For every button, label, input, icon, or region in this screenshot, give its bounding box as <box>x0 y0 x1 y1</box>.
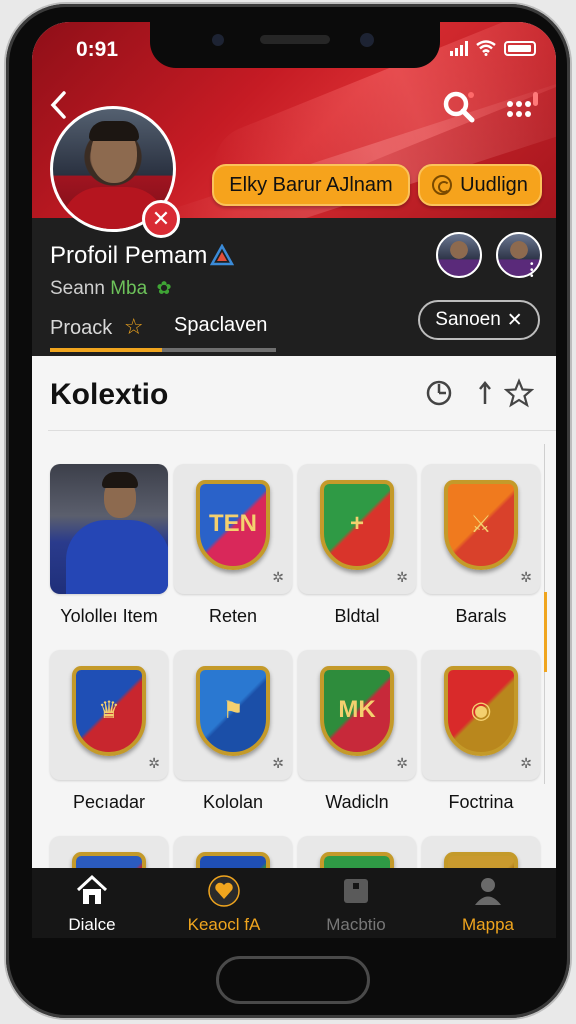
sensor <box>360 33 374 47</box>
secondary-action-pill[interactable]: Uudlign <box>418 164 542 206</box>
collection-item-label: Wadicln <box>325 792 389 812</box>
settings-gear-icon[interactable]: ✲ <box>272 755 284 772</box>
active-tab-indicator <box>50 348 162 352</box>
clock-icon[interactable] <box>424 378 454 408</box>
team-crest-icon: ⚑ <box>196 666 270 756</box>
star-outline-icon[interactable] <box>504 378 534 408</box>
primary-action-pill[interactable]: Elky Barur AJlnam <box>212 164 410 206</box>
bottom-navigation: Dialce Keaocl fA Macbtio Mappa <box>32 868 556 938</box>
shuffle-icon: ✕ <box>506 309 523 331</box>
profile-subtitle: Seann Mba ✿ <box>50 278 172 299</box>
section-divider <box>48 430 556 431</box>
crest-emblem: + <box>349 510 364 537</box>
status-time: 0:91 <box>76 38 119 61</box>
profile-info-band: Profoil Pemam Seann Mba ✿ • • • Proack ☆ S… <box>32 218 556 356</box>
settings-gear-icon[interactable]: ✲ <box>520 755 532 772</box>
remove-avatar-button[interactable]: ✕ <box>142 200 180 238</box>
collection-item-label: Yololleı Item <box>60 606 158 626</box>
crest-emblem: ♛ <box>98 697 120 724</box>
tab-indicator <box>162 348 276 352</box>
collection-item-label: Kololan <box>202 792 264 812</box>
star-icon: ☆ <box>123 314 144 339</box>
more-friends-icon[interactable]: • • • <box>530 260 540 282</box>
settings-gear-icon[interactable]: ✲ <box>148 755 160 772</box>
box-icon <box>344 879 368 903</box>
search-button[interactable] <box>442 90 476 124</box>
chevron-left-icon <box>50 91 66 119</box>
wifi-icon <box>476 40 496 56</box>
sanoen-button[interactable]: Sanoen ✕ <box>418 300 540 340</box>
speaker-grille <box>260 35 330 44</box>
friend-avatar[interactable] <box>436 232 482 278</box>
refresh-icon <box>432 175 453 195</box>
sort-arrow-icon[interactable] <box>470 378 500 408</box>
search-icon <box>443 91 475 123</box>
crest-emblem: ⚔ <box>470 511 492 538</box>
close-icon: ✕ <box>151 206 171 231</box>
profile-name: Profoil Pemam <box>50 242 208 269</box>
collection-item-card[interactable]: TEN ✲ <box>174 464 292 594</box>
clover-icon: ✿ <box>156 278 172 298</box>
team-crest-icon: ⚔ <box>444 480 518 570</box>
home-hardware-button[interactable] <box>216 956 370 1004</box>
team-crest-icon: ♛ <box>72 666 146 756</box>
crest-emblem: TEN <box>209 510 257 537</box>
team-crest-icon: TEN <box>196 480 270 570</box>
team-crest-icon: ◉ <box>444 666 518 756</box>
phone-frame: 0:91 Elky Barur AJlnam Uudlign ✕ Profoil… <box>6 4 570 1018</box>
back-button[interactable] <box>46 88 72 122</box>
crest-emblem: ◉ <box>470 697 492 724</box>
collection-item-card[interactable]: MK ✲ <box>298 650 416 780</box>
signal-icon <box>450 40 468 56</box>
nav-item-macbtio[interactable]: Macbtio <box>296 874 416 935</box>
collection-item-label: Barals <box>455 606 507 626</box>
front-camera <box>212 34 224 46</box>
collection-item-card[interactable]: ⚑ ✲ <box>174 650 292 780</box>
home-icon <box>76 874 108 904</box>
settings-gear-icon[interactable]: ✲ <box>520 569 532 586</box>
collection-item-card[interactable]: ⚔ ✲ <box>422 464 540 594</box>
collection-item-photo[interactable] <box>50 464 168 594</box>
heart-icon <box>208 875 240 907</box>
nav-item-mappa[interactable]: Mappa <box>428 874 548 935</box>
camera-notch <box>150 22 440 68</box>
collection-item-card[interactable]: ◉ ✲ <box>422 650 540 780</box>
crest-emblem: MK <box>338 696 376 723</box>
settings-gear-icon[interactable]: ✲ <box>396 569 408 586</box>
battery-icon <box>504 40 536 56</box>
verified-triangle-icon <box>210 244 234 266</box>
nav-item-dialce[interactable]: Dialce <box>32 874 152 935</box>
collection-item-card[interactable]: ♛ ✲ <box>50 650 168 780</box>
more-menu-button[interactable] <box>504 92 540 122</box>
crest-emblem: ⚑ <box>222 697 244 724</box>
team-crest-icon: MK <box>320 666 394 756</box>
screen: 0:91 Elky Barur AJlnam Uudlign ✕ Profoil… <box>32 22 556 938</box>
collection-item-label: Pecıadar <box>72 792 146 812</box>
settings-gear-icon[interactable]: ✲ <box>272 569 284 586</box>
settings-gear-icon[interactable]: ✲ <box>396 755 408 772</box>
person-icon <box>475 878 501 905</box>
secondary-action-label: Uudlign <box>460 173 528 196</box>
section-title: Kolextio <box>50 378 169 411</box>
collection-item-label: Reten <box>208 606 258 626</box>
tab-spaclaven[interactable]: Spaclaven <box>174 314 267 337</box>
team-crest-icon: + <box>320 480 394 570</box>
dots-grid-icon <box>507 92 538 117</box>
collection-item-label: Bldtal <box>334 606 380 626</box>
primary-action-label: Elky Barur AJlnam <box>229 173 393 196</box>
status-icons <box>450 40 536 56</box>
collection-item-label: Foctrina <box>448 792 514 812</box>
collection-section: Kolextio Yololleı Item TEN ✲ Reten + ✲ Bldtal ⚔… <box>32 356 556 938</box>
scrollbar-thumb[interactable] <box>544 592 547 672</box>
collection-item-card[interactable]: + ✲ <box>298 464 416 594</box>
tab-proack[interactable]: Proack ☆ <box>50 314 144 340</box>
nav-item-keaocl[interactable]: Keaocl fA <box>164 874 284 935</box>
